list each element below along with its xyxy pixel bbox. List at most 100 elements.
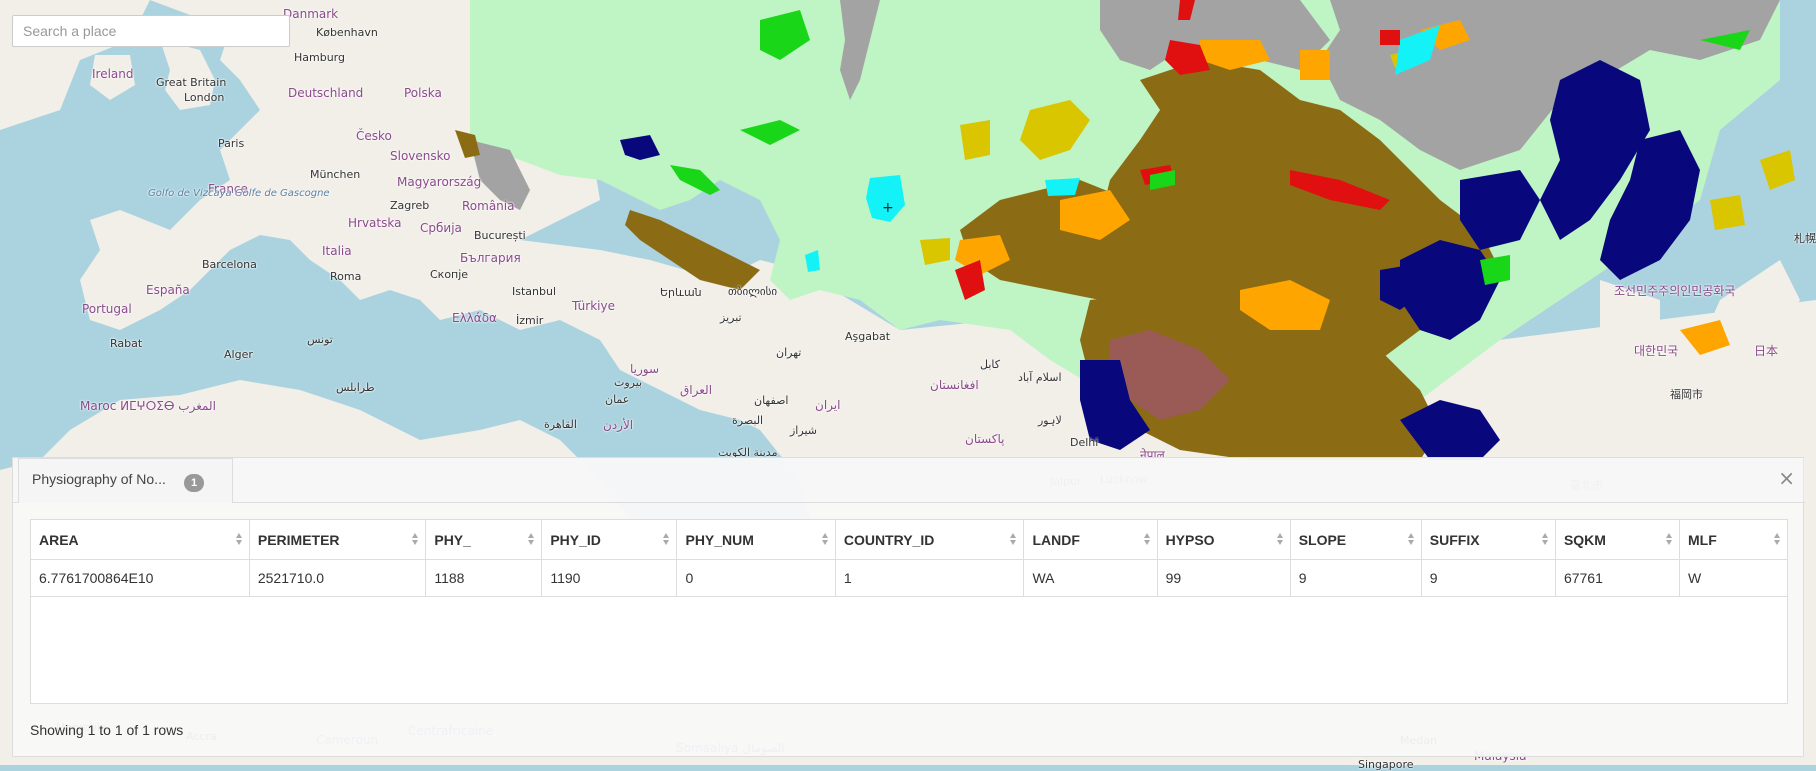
- sort-icon[interactable]: [1276, 533, 1284, 545]
- map-label: Istanbul: [512, 285, 557, 298]
- pagination-info: Showing 1 to 1 of 1 rows: [30, 722, 184, 738]
- column-header-area[interactable]: AREA: [31, 520, 250, 560]
- map-label: شيراز: [790, 424, 817, 437]
- map-label: اسلام آباد: [1018, 371, 1062, 384]
- map-label: España: [146, 283, 190, 297]
- map-label: Zagreb: [390, 199, 430, 212]
- table-cell: 0: [676, 559, 836, 597]
- column-header-label: PHY_ID: [550, 531, 601, 548]
- map-label: الأردن: [603, 418, 634, 432]
- table-header-row: AREA PERIMETER PHY_ PHY_ID PHY_NUM COUNTRY_ID…: [31, 520, 1787, 560]
- column-header-label: PERIMETER: [257, 531, 340, 548]
- row-count-badge: 1: [184, 474, 204, 492]
- sort-icon[interactable]: [1010, 533, 1017, 545]
- map-label: İzmir: [516, 314, 544, 327]
- column-header-label: AREA: [39, 531, 79, 548]
- table-cell: 6.7761700864E10: [31, 559, 250, 597]
- table-cell: 9: [1421, 559, 1556, 597]
- map-label: Polska: [404, 86, 442, 100]
- attribute-table: AREA PERIMETER PHY_ PHY_ID PHY_NUM COUNTRY_ID…: [30, 519, 1788, 704]
- column-header-mlf[interactable]: MLF: [1679, 520, 1787, 560]
- map-label: 조선민주주의인민공화국: [1614, 284, 1736, 298]
- sort-icon[interactable]: [235, 533, 243, 545]
- map-label: عمان: [605, 393, 630, 406]
- table-body: 6.7761700864E10 2521710.0 1188 1190 0 1 WA 99 9 9…: [31, 559, 1787, 597]
- sort-icon[interactable]: [528, 533, 535, 545]
- table-cell: 67761: [1555, 559, 1680, 597]
- map-label: اصفهان: [754, 394, 789, 407]
- map-label: Paris: [218, 137, 245, 150]
- map-label: Србија: [420, 221, 462, 235]
- sort-icon[interactable]: [1541, 533, 1549, 545]
- map-label: 日本: [1754, 344, 1779, 358]
- map-label: Slovensko: [390, 149, 451, 163]
- map-label: თბილისი: [728, 285, 778, 298]
- map-label: Скопје: [430, 268, 469, 281]
- column-header-perimeter[interactable]: PERIMETER: [249, 520, 427, 560]
- column-header-hypso[interactable]: HYPSO: [1157, 520, 1291, 560]
- column-header-label: PHY_NUM: [685, 531, 754, 548]
- tab-physiography-layer[interactable]: Physiography of No... 1: [18, 458, 233, 503]
- map-label: România: [462, 199, 515, 213]
- map-label: العراق: [680, 383, 713, 397]
- map-label: تهران: [776, 346, 802, 359]
- map-label: Hamburg: [294, 51, 345, 64]
- map-label: Alger: [224, 348, 253, 361]
- map-label: طرابلس: [336, 381, 375, 394]
- map-label: München: [310, 168, 361, 181]
- column-header-label: PHY_: [434, 531, 471, 548]
- map-label: København: [316, 26, 378, 39]
- map-label: البصرة: [732, 414, 764, 427]
- sort-icon[interactable]: [1407, 533, 1415, 545]
- map-label: تونس: [307, 333, 333, 346]
- map-label: Hrvatska: [348, 216, 402, 230]
- column-header-label: SUFFIX: [1429, 531, 1480, 548]
- map-label: کابل: [980, 358, 1000, 371]
- sort-icon[interactable]: [663, 533, 670, 545]
- column-header-label: MLF: [1687, 531, 1717, 548]
- map-label: Türkiye: [572, 299, 615, 313]
- sort-icon[interactable]: [1665, 533, 1673, 545]
- column-header-sqkm[interactable]: SQKM: [1555, 520, 1680, 560]
- close-icon[interactable]: ×: [1778, 466, 1795, 490]
- table-cell: W: [1679, 559, 1787, 597]
- map-label: 札幌: [1794, 232, 1816, 245]
- column-header-phy[interactable]: PHY_: [425, 520, 543, 560]
- map-label: Italia: [322, 244, 352, 258]
- sort-icon[interactable]: [821, 533, 829, 545]
- table-cell: 2521710.0: [249, 559, 427, 597]
- map-label: Երևան: [660, 286, 702, 299]
- attribute-table-panel: Physiography of No... 1 × AREA PERIMETER P…: [12, 457, 1805, 757]
- map-label: سوريا: [630, 362, 660, 376]
- map-label: București: [474, 229, 526, 242]
- map-label: Barcelona: [202, 258, 257, 271]
- map-label: لاہور: [1038, 414, 1062, 427]
- map-label: پاکستان: [965, 432, 1005, 446]
- map-label: България: [460, 251, 521, 265]
- column-header-country-id[interactable]: COUNTRY_ID: [835, 520, 1025, 560]
- column-header-slope[interactable]: SLOPE: [1290, 520, 1422, 560]
- column-header-landf[interactable]: LANDF: [1023, 520, 1158, 560]
- map-label: ایران: [815, 398, 841, 412]
- column-header-label: HYPSO: [1165, 531, 1215, 548]
- map-label: Roma: [330, 270, 362, 283]
- column-header-suffix[interactable]: SUFFIX: [1421, 520, 1556, 560]
- column-header-phy-id[interactable]: PHY_ID: [541, 520, 678, 560]
- map-label: Portugal: [82, 302, 132, 316]
- table-row[interactable]: 6.7761700864E10 2521710.0 1188 1190 0 1 WA 99 9 9…: [31, 559, 1787, 597]
- column-header-phy-num[interactable]: PHY_NUM: [676, 520, 836, 560]
- column-header-label: LANDF: [1032, 531, 1080, 548]
- map-label: Danmark: [283, 7, 339, 21]
- map-label: Magyarország: [397, 175, 482, 189]
- map-label: بيروت: [614, 376, 643, 389]
- search-input[interactable]: [12, 15, 290, 47]
- sort-icon[interactable]: [1774, 533, 1781, 545]
- column-header-label: COUNTRY_ID: [843, 531, 935, 548]
- column-header-label: SQKM: [1563, 531, 1606, 548]
- map-label: Delhi: [1070, 436, 1099, 449]
- sort-icon[interactable]: [412, 533, 419, 545]
- panel-tab-bar: Physiography of No... 1 ×: [13, 458, 1805, 503]
- map-label: Rabat: [110, 337, 143, 350]
- map-center-crosshair-icon: +: [882, 200, 894, 216]
- sort-icon[interactable]: [1143, 533, 1151, 545]
